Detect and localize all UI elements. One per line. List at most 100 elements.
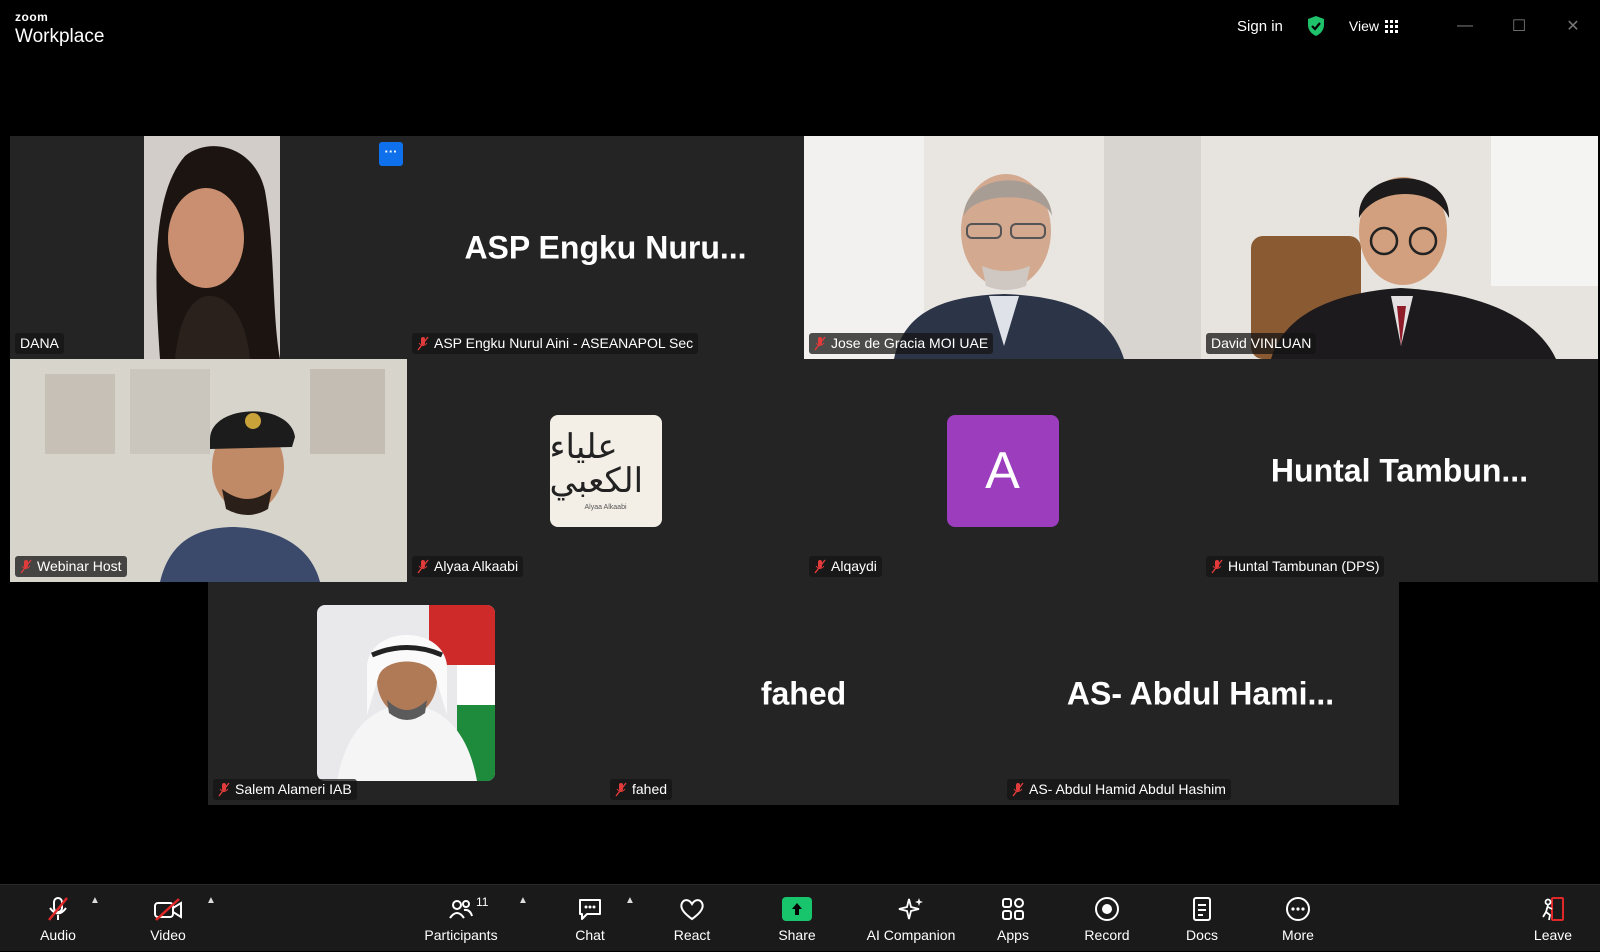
video-feed-jose [804, 136, 1201, 359]
view-button[interactable]: View [1349, 18, 1398, 34]
participant-name: Alqaydi [809, 556, 882, 577]
participant-name: David VINLUAN [1206, 333, 1317, 354]
video-tile-dana[interactable]: ··· DANA [10, 136, 407, 359]
mic-muted-icon [417, 559, 429, 574]
participant-big-name: Huntal Tambun... [1270, 452, 1529, 488]
shield-check-icon[interactable] [1305, 15, 1327, 37]
participant-name-text: Salem Alameri IAB [235, 781, 352, 797]
grid-icon [1385, 19, 1398, 33]
participant-name-text: DANA [20, 335, 59, 351]
meeting-toolbar: Audio ▲ Video ▲ 11 Participants ▲ Chat ▲… [0, 884, 1600, 951]
mic-muted-icon [43, 895, 73, 923]
participant-big-name: fahed [760, 675, 847, 711]
video-tile-jose[interactable]: Jose de Gracia MOI UAE [804, 136, 1201, 359]
participant-name-text: fahed [632, 781, 668, 797]
participant-name: Jose de Gracia MOI UAE [809, 333, 994, 354]
participant-name-text: AS- Abdul Hamid Abdul Hashim [1029, 781, 1226, 797]
participant-big-name: ASP Engku Nuru... [464, 229, 747, 265]
video-options-caret-icon[interactable]: ▲ [206, 895, 216, 906]
participants-icon: 11 [446, 895, 488, 923]
minimize-icon[interactable]: — [1438, 0, 1492, 52]
share-label: Share [778, 926, 816, 943]
more-options-button[interactable]: ··· [379, 142, 403, 166]
video-tile-huntal[interactable]: Huntal Tambun... Huntal Tambunan (DPS) [1201, 359, 1598, 582]
maximize-icon[interactable]: ☐ [1492, 0, 1546, 52]
chat-button[interactable]: Chat [565, 885, 615, 952]
gallery-view: ··· DANA ASP Engku Nuru... ASP Engku Nur… [0, 52, 1600, 884]
chat-label: Chat [575, 926, 605, 943]
react-button[interactable]: React [667, 885, 717, 952]
video-tile-alqaydi[interactable]: A Alqaydi [804, 359, 1201, 582]
participant-name-text: Webinar Host [37, 558, 122, 574]
participant-name-text: David VINLUAN [1211, 335, 1312, 351]
audio-options-caret-icon[interactable]: ▲ [90, 895, 100, 906]
video-tile-salem[interactable]: Salem Alameri IAB [208, 582, 605, 805]
share-icon [782, 896, 812, 921]
video-tile-fahed[interactable]: fahed fahed [605, 582, 1002, 805]
participant-name: ASP Engku Nurul Aini - ASEANAPOL Sec [412, 333, 699, 354]
document-icon [1187, 895, 1217, 923]
close-icon[interactable]: ✕ [1546, 0, 1600, 52]
video-button[interactable]: Video [143, 885, 193, 952]
share-icon-wrap [782, 895, 812, 923]
participants-count: 11 [476, 894, 489, 909]
video-tile-alyaa[interactable]: علياء الكعبي Alyaa Alkaabi Alyaa Alkaabi [407, 359, 804, 582]
mic-muted-icon [417, 336, 429, 351]
leave-button[interactable]: Leave [1528, 885, 1578, 952]
video-feed-david [1201, 136, 1598, 359]
mic-muted-icon [814, 336, 826, 351]
video-tile-abdul[interactable]: AS- Abdul Hami... AS- Abdul Hamid Abdul … [1002, 582, 1399, 805]
mic-muted-icon [1012, 782, 1024, 797]
video-tile-host[interactable]: Webinar Host [10, 359, 407, 582]
video-tile-asp[interactable]: ASP Engku Nuru... ASP Engku Nurul Aini -… [407, 136, 804, 359]
record-label: Record [1084, 926, 1130, 943]
avatar [317, 605, 495, 781]
sign-in-button[interactable]: Sign in [1237, 18, 1283, 35]
share-button[interactable]: Share [772, 885, 822, 952]
logo-small-text: zoom [15, 10, 49, 24]
logo-main-text: Workplace [15, 26, 105, 47]
zoom-logo: zoom Workplace [15, 9, 104, 46]
participant-name: fahed [610, 779, 673, 800]
video-off-icon [153, 895, 183, 923]
participant-name: Salem Alameri IAB [213, 779, 357, 800]
video-tile-david[interactable]: David VINLUAN [1201, 136, 1598, 359]
view-label: View [1348, 18, 1379, 34]
ai-companion-label: AI Companion [866, 926, 956, 943]
participants-label: Participants [424, 926, 498, 943]
more-button[interactable]: More [1273, 885, 1323, 952]
mic-muted-icon [218, 782, 230, 797]
participant-name-text: ASP Engku Nurul Aini - ASEANAPOL Sec [434, 335, 694, 351]
record-button[interactable]: Record [1082, 885, 1132, 952]
react-label: React [673, 926, 711, 943]
more-icon [1283, 895, 1313, 923]
ai-companion-button[interactable]: AI Companion [863, 885, 959, 952]
participant-big-name: AS- Abdul Hami... [1066, 675, 1335, 711]
avatar-logo-subtext: Alyaa Alkaabi [584, 504, 627, 511]
participant-name: Alyaa Alkaabi [412, 556, 524, 577]
participant-name: Webinar Host [15, 556, 127, 577]
mic-muted-icon [615, 782, 627, 797]
audio-button[interactable]: Audio [33, 885, 83, 952]
chat-options-caret-icon[interactable]: ▲ [625, 895, 635, 906]
participants-options-caret-icon[interactable]: ▲ [518, 895, 528, 906]
participant-name: DANA [15, 333, 64, 354]
participant-name-text: Huntal Tambunan (DPS) [1228, 558, 1380, 574]
title-bar: zoom Workplace Sign in View — ☐ ✕ [0, 0, 1600, 52]
video-feed-host [10, 359, 407, 582]
avatar: علياء الكعبي Alyaa Alkaabi [549, 414, 662, 527]
participants-button[interactable]: 11 Participants [418, 885, 504, 952]
mic-muted-icon [1211, 559, 1223, 574]
audio-label: Audio [40, 926, 76, 943]
apps-button[interactable]: Apps [988, 885, 1038, 952]
participant-name-text: Alyaa Alkaabi [434, 558, 519, 574]
apps-icon [998, 895, 1028, 923]
participant-name: AS- Abdul Hamid Abdul Hashim [1007, 779, 1231, 800]
mic-muted-icon [20, 559, 32, 574]
participant-name-text: Jose de Gracia MOI UAE [831, 335, 989, 351]
sparkle-icon [896, 895, 926, 923]
record-icon [1092, 895, 1122, 923]
avatar: A [946, 414, 1059, 527]
docs-button[interactable]: Docs [1177, 885, 1227, 952]
heart-icon [677, 895, 707, 923]
